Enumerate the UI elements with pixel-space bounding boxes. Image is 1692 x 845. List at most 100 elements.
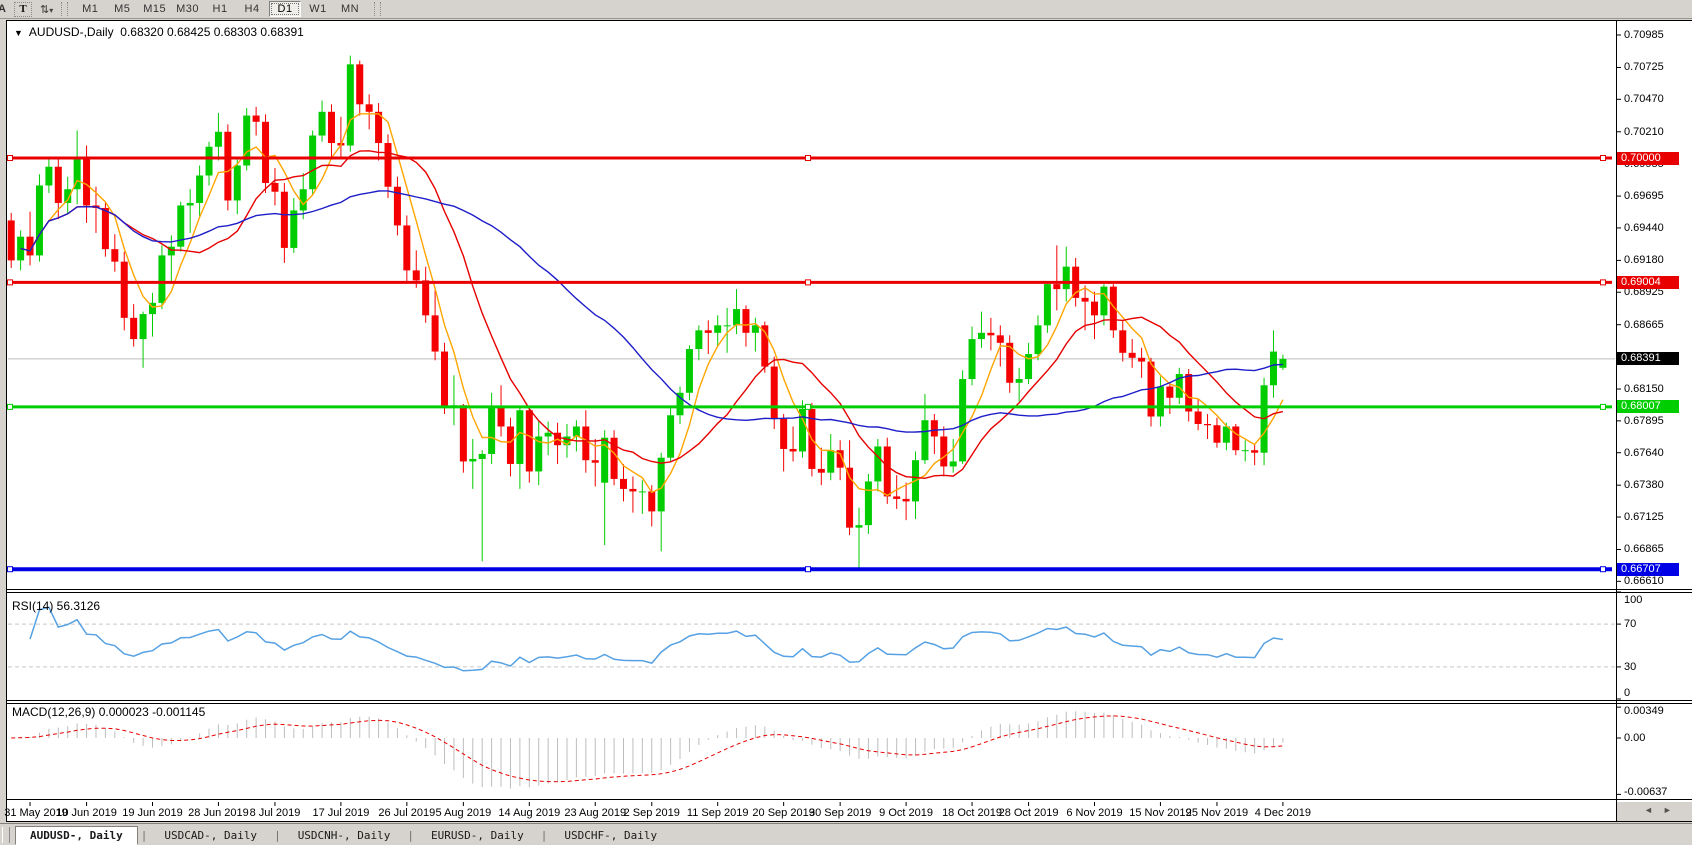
candle-body: [865, 481, 872, 525]
candle-body: [234, 165, 241, 200]
macd-axis-label: 0.00349: [1624, 705, 1664, 717]
candle-body: [319, 112, 326, 136]
line-handle[interactable]: [1601, 280, 1606, 285]
line-handle[interactable]: [8, 156, 13, 161]
tab-usdchf[interactable]: USDCHF-, Daily: [550, 827, 671, 844]
chart-canvas[interactable]: [0, 0, 1692, 845]
candle-body: [1242, 450, 1249, 451]
candle-body: [516, 410, 523, 464]
date-axis-label: 11 Sep 2019: [687, 807, 749, 819]
candle-body: [1119, 330, 1126, 352]
date-axis-label: 6 Nov 2019: [1066, 807, 1122, 819]
line-price-tag: 0.69004: [1617, 276, 1679, 289]
line-handle[interactable]: [8, 567, 13, 572]
candle-body: [582, 426, 589, 460]
candle-body: [130, 318, 137, 339]
candle-body: [102, 208, 109, 249]
rsi-line: [30, 607, 1283, 671]
line-handle[interactable]: [1601, 404, 1606, 409]
candle-body: [1157, 387, 1164, 417]
scroll-right-arrow[interactable]: ►: [1663, 805, 1682, 815]
candle-body: [1166, 387, 1173, 398]
candle-body: [8, 220, 15, 260]
price-axis-label: 0.69180: [1624, 254, 1664, 266]
price-axis-label: 0.68150: [1624, 383, 1664, 395]
scroll-left-arrow[interactable]: ◄: [1644, 805, 1663, 815]
candle-body: [356, 64, 363, 104]
candle-body: [422, 280, 429, 315]
price-axis-label: 0.66865: [1624, 543, 1664, 555]
candle-body: [1053, 284, 1060, 289]
macd-indicator-label: MACD(12,26,9) 0.000023 -0.001145: [12, 705, 205, 719]
candles-layer: [8, 56, 1287, 570]
tab-eurusd[interactable]: EURUSD-, Daily: [417, 827, 538, 844]
candle-body: [1213, 425, 1220, 442]
candle-body: [488, 408, 495, 454]
tab-usdcnh[interactable]: USDCNH-, Daily: [284, 827, 405, 844]
candle-body: [479, 454, 486, 459]
price-axis-label: 0.67380: [1624, 479, 1664, 491]
line-handle[interactable]: [806, 280, 811, 285]
date-axis-label: 28 Jun 2019: [188, 807, 249, 819]
price-axis-label: 0.70210: [1624, 126, 1664, 138]
candle-body: [950, 461, 957, 466]
candle-body: [271, 183, 278, 192]
line-handle[interactable]: [1601, 156, 1606, 161]
candle-body: [215, 132, 222, 147]
price-axis-label: 0.67640: [1624, 447, 1664, 459]
date-axis-label: 25 Nov 2019: [1186, 807, 1248, 819]
date-axis-label: 28 Oct 2019: [999, 807, 1059, 819]
candle-body: [328, 112, 335, 143]
candle-body: [1100, 287, 1107, 316]
date-axis-label: 2 Sep 2019: [624, 807, 680, 819]
line-handle[interactable]: [806, 156, 811, 161]
candle-body: [1204, 424, 1211, 425]
candle-body: [385, 143, 392, 187]
rsi-axis-label: 100: [1624, 594, 1642, 606]
candle-body: [441, 352, 448, 408]
line-handle[interactable]: [806, 404, 811, 409]
candle-body: [686, 349, 693, 393]
chart-header: ▼AUDUSD-,Daily 0.68320 0.68425 0.68303 0…: [14, 25, 304, 39]
date-axis-label: 18 Oct 2019: [942, 807, 1002, 819]
line-handle[interactable]: [8, 280, 13, 285]
candle-body: [1195, 411, 1202, 423]
line-handle[interactable]: [8, 404, 13, 409]
candle-body: [639, 491, 646, 492]
date-axis-label: 19 Jun 2019: [122, 807, 183, 819]
date-axis-label: 26 Jul 2019: [378, 807, 435, 819]
candle-body: [1270, 352, 1277, 386]
candle-body: [978, 333, 985, 339]
tab-audusd[interactable]: AUDUSD-, Daily: [15, 826, 138, 845]
candle-body: [206, 147, 213, 176]
line-handle[interactable]: [806, 567, 811, 572]
candle-body: [403, 225, 410, 270]
candle-body: [959, 379, 966, 461]
line-handle[interactable]: [1601, 567, 1606, 572]
candle-body: [714, 325, 721, 332]
date-axis-label: 17 Jul 2019: [312, 807, 369, 819]
candle-body: [1138, 358, 1145, 362]
candle-body: [780, 419, 787, 449]
price-axis-label: 0.70985: [1624, 29, 1664, 41]
candle-body: [1232, 426, 1239, 450]
rsi-axis-label: 70: [1624, 618, 1636, 630]
candle-body: [1251, 450, 1258, 452]
candle-body: [629, 489, 636, 491]
candle-body: [1034, 325, 1041, 354]
candle-body: [121, 262, 128, 318]
candle-body: [667, 415, 674, 457]
chart-title: AUDUSD-,Daily: [29, 25, 114, 39]
candle-body: [827, 450, 834, 472]
candle-body: [1044, 284, 1051, 325]
candle-body: [884, 446, 891, 496]
tab-separator: |: [141, 829, 148, 842]
macd-axis-label: 0.00: [1624, 732, 1645, 744]
candle-body: [253, 116, 260, 122]
rsi-axis-label: 0: [1624, 687, 1630, 699]
symbol-collapse-arrow-icon[interactable]: ▼: [14, 28, 23, 38]
line-price-tag: 0.70000: [1617, 152, 1679, 165]
candle-body: [111, 249, 118, 261]
candle-body: [969, 339, 976, 379]
tab-usdcad[interactable]: USDCAD-, Daily: [150, 827, 271, 844]
